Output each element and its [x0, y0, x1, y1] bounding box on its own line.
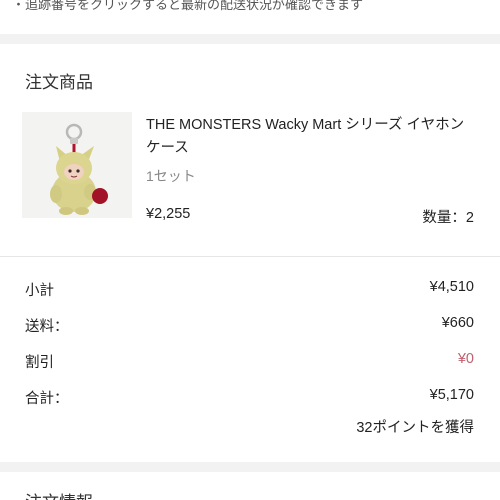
order-info-panel: 注文情報 — [0, 472, 500, 500]
discount-value: ¥0 — [457, 351, 474, 367]
discount-label: 割引 — [25, 355, 54, 371]
subtotal-label: 小計 — [25, 283, 54, 299]
total-value: ¥5,170 — [429, 387, 474, 403]
points-earned: 32ポイントを獲得 — [356, 420, 474, 436]
top-notice-strip: ・追跡番号をクリックすると最新の配送状況が確認できます — [0, 0, 500, 34]
order-items-title: 注文商品 — [25, 73, 93, 92]
product-set-count: 1セット — [146, 168, 196, 184]
order-items-panel: 注文商品 THE MONSTERS Wacky Mart シリーズ イヤホンケー… — [0, 44, 500, 462]
monster-keychain-illustration — [50, 123, 108, 215]
product-price: ¥2,255 — [146, 206, 191, 222]
total-label: 合計： — [25, 391, 69, 407]
product-quantity: 数量：2 — [422, 210, 474, 226]
product-image[interactable] — [22, 112, 132, 218]
tracking-notice: ・追跡番号をクリックすると最新の配送状況が確認できます — [12, 0, 364, 12]
shipping-label: 送料： — [25, 319, 69, 335]
order-info-title: 注文情報 — [25, 488, 93, 500]
shipping-value: ¥660 — [441, 315, 474, 331]
subtotal-value: ¥4,510 — [429, 279, 474, 295]
product-name[interactable]: THE MONSTERS Wacky Mart シリーズ イヤホンケース — [146, 114, 476, 160]
section-divider — [0, 256, 500, 257]
